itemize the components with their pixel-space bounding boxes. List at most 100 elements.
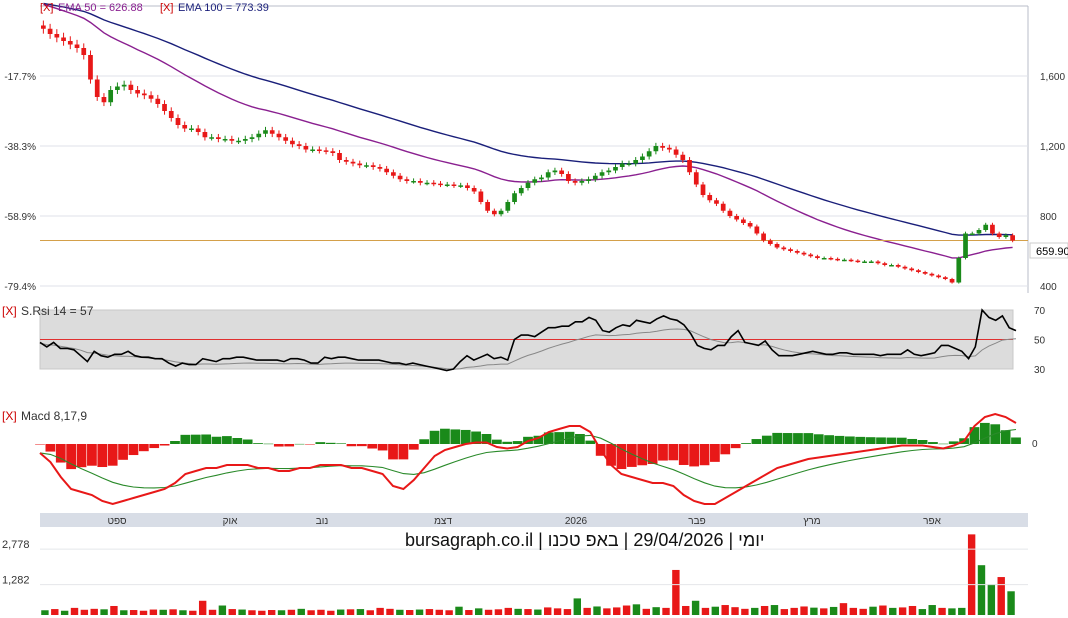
volume-bar (810, 607, 818, 615)
volume-bar (997, 577, 1005, 615)
macd-hist-bar (170, 440, 180, 444)
candle-body (330, 151, 336, 153)
candle-body (296, 144, 302, 146)
ema100-marker: [X] (160, 2, 173, 14)
macd-hist-bar (803, 433, 814, 444)
candle-body (216, 137, 221, 139)
price-right-tick: 800 (1040, 212, 1057, 223)
candle-body (741, 219, 746, 223)
volume-bar (208, 609, 217, 615)
volume-bar (800, 606, 808, 615)
candle-body (512, 193, 517, 202)
macd-hist-bar (190, 434, 201, 444)
volume-bar (179, 610, 187, 615)
volume-bar (711, 606, 720, 615)
candle-body (377, 167, 383, 169)
volume-bar (120, 610, 128, 615)
volume-bar (425, 609, 434, 615)
candle-body (115, 86, 120, 90)
volume-bar (60, 610, 69, 615)
candle-body (626, 163, 632, 165)
volume-bar (869, 606, 877, 615)
candle-body (916, 270, 921, 272)
macd-hist-bar (668, 444, 679, 461)
candle-body (963, 233, 968, 258)
x-axis-band (40, 513, 1028, 527)
macd-zero-tick: 0 (1032, 439, 1038, 450)
macd-hist-bar (367, 444, 378, 449)
candle-body (182, 125, 188, 129)
candle-body (424, 182, 430, 185)
candle-body (269, 130, 275, 134)
candle-body (155, 98, 161, 104)
macd-hist-bar (107, 444, 118, 466)
volume-bar (504, 607, 512, 615)
candle-body (121, 84, 127, 87)
volume-bar (307, 610, 315, 615)
macd-hist-bar (118, 444, 128, 460)
macd-lines (39, 412, 1017, 506)
volume-bar (376, 607, 384, 615)
macd-hist-bar (876, 437, 886, 444)
volume-bar (297, 608, 305, 615)
macd-hist-bar (460, 429, 471, 444)
macd-hist-bar (917, 440, 928, 444)
candle-body (438, 183, 443, 186)
candle-body (808, 254, 814, 257)
macd-hist-bar (315, 442, 326, 444)
candle-body (263, 130, 268, 134)
macd-hist-bar (928, 442, 938, 444)
last-price-label: 659.90 (1036, 246, 1068, 258)
volume-bar (267, 610, 276, 615)
volume-bar (977, 565, 986, 615)
ema-100-line (43, 2, 1013, 236)
macd-line (39, 412, 1017, 506)
candle-body (606, 170, 612, 173)
candle-body (108, 90, 114, 103)
macd-hist-bar (440, 428, 450, 444)
candle-body (465, 185, 470, 188)
volume-bar (327, 610, 335, 615)
candle-body (135, 90, 140, 94)
volume-bar (928, 605, 936, 615)
candle-body (148, 95, 154, 99)
volume-bar (1007, 591, 1015, 615)
price-left-tick: -38.3% (4, 142, 36, 153)
macd-hist-bar (585, 440, 596, 444)
volume-bar (396, 609, 404, 615)
candle-body (518, 188, 524, 194)
volume-bar (672, 569, 680, 615)
candle-body (613, 167, 618, 171)
candle-body (471, 188, 477, 192)
candle-body (74, 44, 80, 48)
volume-bar (642, 608, 650, 615)
volume-bar (918, 609, 927, 615)
macd-hist-bar (637, 444, 648, 466)
macd-hist-bar (263, 443, 274, 445)
candle-body (640, 156, 645, 160)
macd-hist-bar (834, 435, 845, 444)
volume-bar (110, 605, 118, 615)
price-left-tick: -17.7% (4, 72, 36, 83)
candle-body (168, 111, 174, 118)
candle-body (61, 37, 66, 41)
candle-body (761, 233, 766, 241)
candle-body (842, 259, 847, 262)
macd-hist-bar (720, 444, 731, 455)
volume-bar (967, 534, 976, 615)
volume-bar (820, 608, 828, 615)
candle-body (660, 146, 665, 148)
volume-bar (829, 606, 838, 615)
macd-hist-bar (772, 432, 783, 444)
rsi-marker: [X] (2, 304, 17, 318)
volume-bar (691, 600, 700, 615)
macd-hist-bar (658, 444, 668, 461)
candle-body (343, 160, 349, 162)
candle-body (357, 163, 363, 166)
volume-bar (346, 609, 355, 615)
candle-body (229, 139, 235, 141)
candle-body (276, 133, 282, 138)
candle-body (855, 260, 861, 263)
candle-body (815, 256, 820, 258)
macd-hist-bar (336, 443, 346, 444)
